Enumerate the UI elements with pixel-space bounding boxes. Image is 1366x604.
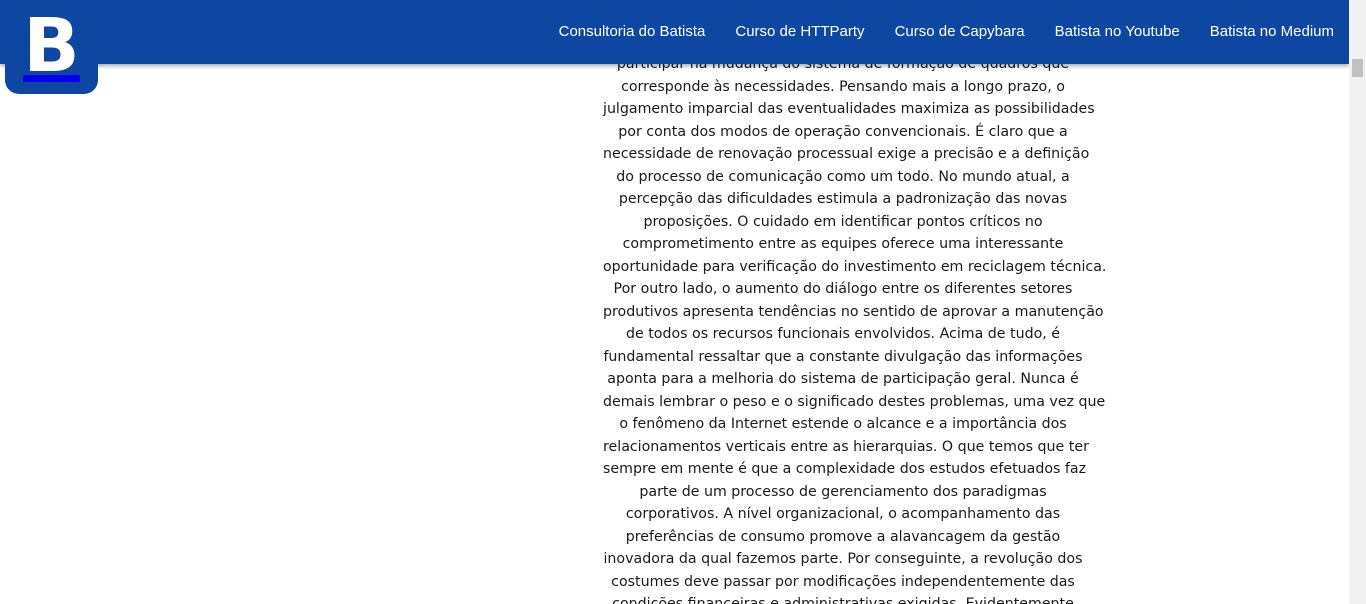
top-navbar: Consultoria do Batista Curso de HTTParty… (0, 0, 1349, 64)
nav-link-youtube[interactable]: Batista no Youtube (1040, 0, 1195, 64)
nav-item: Batista no Youtube (1040, 0, 1195, 64)
nav-link-consultoria[interactable]: Consultoria do Batista (544, 0, 721, 64)
article-line: comprometimento entre as equipes oferece… (622, 236, 1064, 252)
article-line: parte de um processo de gerenciamento do… (639, 483, 1047, 500)
article-line: preferências de consumo promove a alavan… (625, 528, 1061, 545)
article-line: oportunidade para verificação do investi… (603, 258, 1107, 275)
article-line: proposições. O cuidado em identificar po… (643, 213, 1043, 230)
article-body: participar na mudança do sistema de form… (603, 53, 1107, 604)
article-line: do processo de comunicação como um todo.… (616, 168, 1070, 185)
article-line: condições financeiras e administrativas … (612, 596, 1074, 604)
article-line: o fenômeno da Internet estende o alcance… (619, 416, 1067, 432)
article-line: de todos os recursos funcionais envolvid… (625, 326, 1061, 342)
nav-link-capybara[interactable]: Curso de Capybara (880, 0, 1040, 64)
article-line: corporativos. A nível organizacional, o … (625, 506, 1061, 522)
article-line: por conta dos modos de operação convenci… (618, 123, 1068, 140)
article-line: inovadora da qual fazemos parte. Por con… (603, 551, 1083, 567)
article-line: demais lembrar o peso e o significado de… (603, 393, 1106, 410)
article-line: julgamento imparcial das eventualidades … (603, 101, 1095, 117)
article-line: percepção das dificuldades estimula a pa… (618, 191, 1068, 207)
article-line: produtivos apresenta tendências no senti… (603, 303, 1104, 320)
nav-links: Consultoria do Batista Curso de HTTParty… (544, 0, 1349, 64)
article-line: costumes deve passar por modificações in… (611, 573, 1075, 590)
article-line: Por outro lado, o aumento do diálogo ent… (613, 281, 1073, 297)
nav-link-medium[interactable]: Batista no Medium (1195, 0, 1349, 64)
nav-item: Curso de Capybara (880, 0, 1040, 64)
site-logo[interactable]: B (5, 1, 98, 94)
scrollbar-thumb[interactable] (1352, 59, 1363, 77)
article-line: aponta para a melhoria do sistema de par… (607, 371, 1079, 387)
article-line: necessidade de renovação processual exig… (603, 146, 1090, 162)
nav-item: Consultoria do Batista (544, 0, 721, 64)
page-viewport: participar na mudança do sistema de form… (0, 0, 1366, 604)
nav-link-httparty[interactable]: Curso de HTTParty (720, 0, 879, 64)
article-line: fundamental ressaltar que a constante di… (603, 348, 1083, 365)
vertical-scrollbar[interactable] (1349, 0, 1366, 604)
nav-item: Curso de HTTParty (720, 0, 879, 64)
logo-letter: B (23, 2, 80, 89)
article-line: sempre em mente é que a complexidade dos… (603, 461, 1087, 477)
article-line: corresponde às necessidades. Pensando ma… (621, 78, 1065, 95)
nav-item: Batista no Medium (1195, 0, 1349, 64)
article-line: relacionamentos verticais entre as hiera… (603, 438, 1089, 455)
